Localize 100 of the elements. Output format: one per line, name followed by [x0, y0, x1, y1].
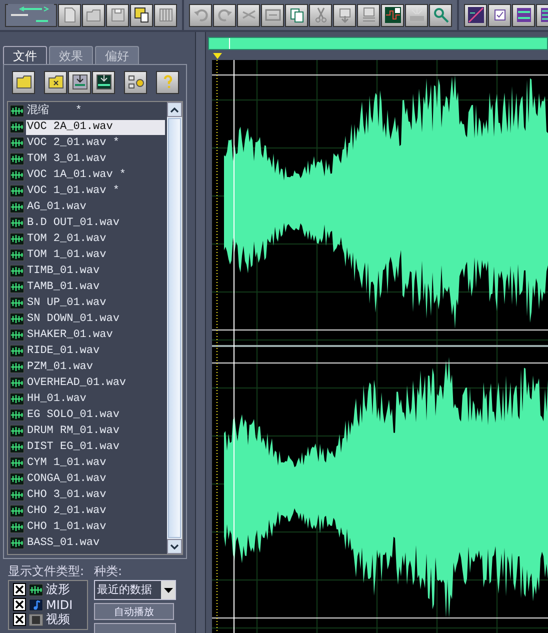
file-item[interactable]: TOM 1_01.wav: [26, 248, 108, 262]
scroll-up-button[interactable]: [167, 102, 182, 117]
cross-icon: [15, 615, 24, 624]
waveform-icon: [10, 121, 24, 133]
file-item[interactable]: HH_01.wav: [26, 392, 88, 406]
file-item[interactable]: B.D OUT_01.wav: [26, 216, 120, 230]
file-item[interactable]: BASS_01.wav: [26, 536, 101, 550]
help-button[interactable]: [156, 70, 179, 94]
file-item[interactable]: CHO 2_01.wav: [26, 504, 108, 518]
autoplay-button[interactable]: 自动播放: [94, 603, 174, 620]
view-switch-button[interactable]: [5, 4, 57, 26]
waveform-icon: [10, 505, 24, 517]
caret-down-icon: [170, 544, 180, 550]
file-item[interactable]: DRUM RM_01.wav: [26, 424, 120, 438]
file-item[interactable]: OVERHEAD_01.wav: [26, 376, 128, 390]
insert-wave-button[interactable]: [92, 70, 115, 94]
waveform-icon: [10, 169, 24, 181]
waveform-drawing[interactable]: [212, 60, 548, 633]
cross-lines-button[interactable]: [237, 4, 260, 26]
file-item[interactable]: DIST EG_01.wav: [26, 440, 120, 454]
paste-down-button[interactable]: [333, 4, 356, 26]
waveform-icon: [29, 584, 43, 596]
close-file-button[interactable]: [44, 70, 67, 94]
insert-icon: [70, 73, 88, 91]
file-type-label: MIDI: [46, 598, 73, 612]
film-icon: [29, 614, 43, 626]
waveform-icon: [10, 281, 24, 293]
wave-insert-icon: [94, 73, 112, 91]
sort-dropdown[interactable]: 最近的数据: [94, 580, 176, 600]
save-as-button[interactable]: [130, 4, 153, 26]
filter-label: 显示文件类型:: [8, 563, 84, 580]
overview-bar[interactable]: [208, 37, 548, 50]
undo-button[interactable]: [189, 4, 212, 26]
file-item[interactable]: SN UP_01.wav: [26, 296, 108, 310]
file-item[interactable]: CHO 3_01.wav: [26, 488, 108, 502]
cross-icon: [15, 600, 24, 609]
file-item[interactable]: CONGA_01.wav: [26, 472, 108, 486]
checkbox[interactable]: [13, 613, 26, 626]
file-item[interactable]: CYM 1_01.wav: [26, 456, 108, 470]
save-button[interactable]: [106, 4, 129, 26]
file-item[interactable]: EG SOLO_01.wav: [26, 408, 120, 422]
waveform-icon: [10, 233, 24, 245]
waveform-icon: [10, 377, 24, 389]
waveform-icon: [10, 457, 24, 469]
file-item[interactable]: TIMB_01.wav: [26, 264, 101, 278]
open-folder-button[interactable]: [12, 70, 35, 94]
panel-tab[interactable]: 文件: [3, 46, 47, 64]
settings-button[interactable]: [124, 70, 147, 94]
diagonal-wave-button[interactable]: [464, 4, 487, 26]
file-item[interactable]: VOC 2A_01.wav: [26, 120, 166, 134]
scroll-thumb[interactable]: [168, 118, 182, 538]
waveform-icon: [10, 137, 24, 149]
file-item[interactable]: SN DOWN_01.wav: [26, 312, 120, 326]
file-item[interactable]: VOC 1_01.wav *: [26, 184, 120, 198]
file-type-label: 视频: [46, 611, 70, 628]
cut-button[interactable]: [309, 4, 332, 26]
file-item[interactable]: CHO 1_01.wav: [26, 520, 108, 534]
copy-button[interactable]: [285, 4, 308, 26]
file-item[interactable]: SHAKER_01.wav: [26, 328, 114, 342]
new-file-button[interactable]: [58, 4, 81, 26]
zoom-button[interactable]: [429, 4, 452, 26]
file-item[interactable]: VOC 1A_01.wav *: [26, 168, 128, 182]
file-item[interactable]: RIDE_01.wav: [26, 344, 101, 358]
checkbox-button[interactable]: [488, 4, 511, 26]
caret-up-icon: [170, 106, 180, 112]
checkbox[interactable]: [13, 583, 26, 596]
waveform-icon: [10, 489, 24, 501]
file-item[interactable]: TAMB_01.wav: [26, 280, 101, 294]
grid-icon: [156, 6, 174, 24]
floppy-disk-icon: [132, 6, 150, 24]
wave-graph-button[interactable]: [381, 4, 404, 26]
scrollbar[interactable]: [167, 102, 182, 554]
checkbox[interactable]: [13, 598, 26, 611]
file-item[interactable]: 混缩 *: [26, 104, 84, 118]
mixer-button[interactable]: [357, 4, 380, 26]
tracks-icon: [514, 6, 532, 24]
file-item[interactable]: AG_01.wav: [26, 200, 88, 214]
folder-icon: [46, 73, 64, 91]
waveform-icon: [10, 265, 24, 277]
music-note-icon: [29, 598, 43, 610]
scroll-down-button[interactable]: [167, 539, 182, 554]
dropdown-arrow-icon: [164, 588, 172, 592]
file-item[interactable]: TOM 3_01.wav: [26, 152, 108, 166]
waveform-icon: [10, 393, 24, 405]
waveform-icon: [10, 425, 24, 437]
file-item[interactable]: TOM 2_01.wav: [26, 232, 108, 246]
waveform-icon: [10, 185, 24, 197]
grid-button[interactable]: [154, 4, 177, 26]
diagonal-line-icon: [466, 6, 484, 24]
waveform-icon: [10, 361, 24, 373]
file-item[interactable]: PZM_01.wav: [26, 360, 94, 374]
frame-button[interactable]: [261, 4, 284, 26]
open-button[interactable]: [82, 4, 105, 26]
tracks-button[interactable]: [512, 4, 535, 26]
waveform-icon: [10, 409, 24, 421]
waveform-icon: [10, 441, 24, 453]
file-item[interactable]: VOC 2_01.wav *: [26, 136, 120, 150]
waveform-icon: [10, 105, 24, 117]
insert-button[interactable]: [68, 70, 91, 94]
redo-button[interactable]: [213, 4, 236, 26]
